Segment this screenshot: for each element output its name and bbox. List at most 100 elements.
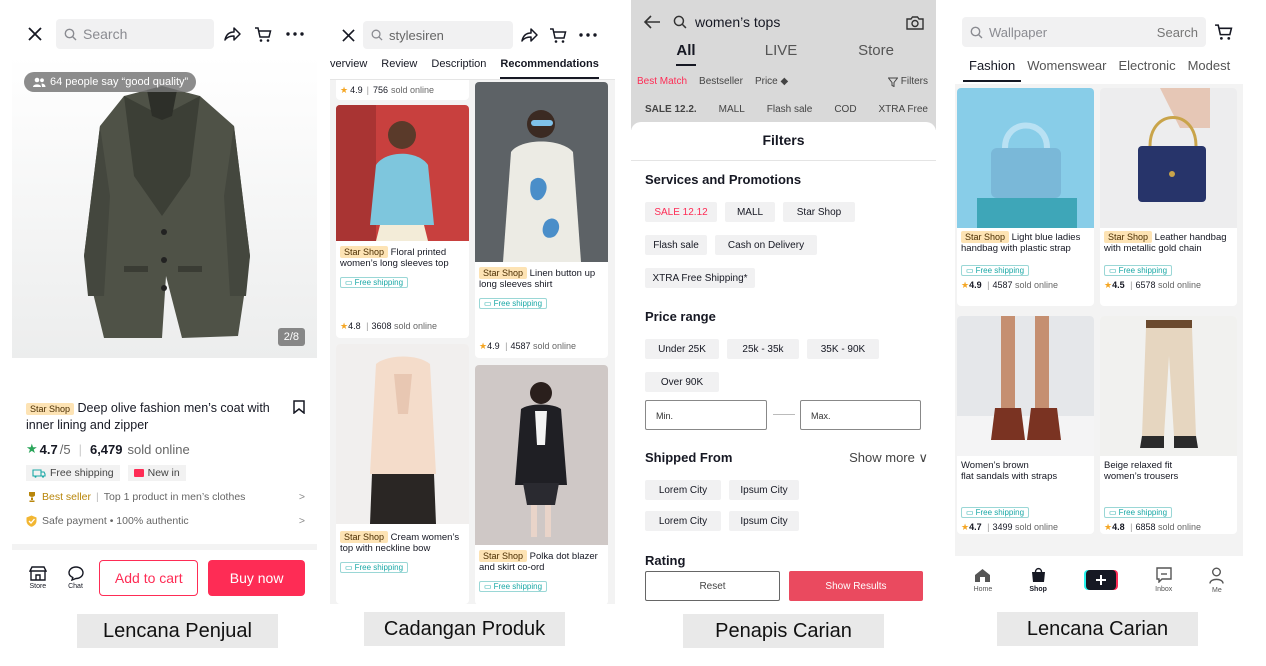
- close-icon[interactable]: [28, 27, 42, 41]
- store-button[interactable]: Store: [24, 566, 52, 590]
- sold-count: 3608: [371, 321, 392, 331]
- free-shipping-text: Free shipping: [354, 278, 404, 287]
- nav-shop[interactable]: Shop: [1029, 567, 1047, 593]
- top-bar: Wallpaper Search: [962, 17, 1233, 47]
- product-image: [475, 365, 608, 545]
- divider: |: [96, 491, 99, 503]
- buy-now-button[interactable]: Buy now: [208, 560, 305, 596]
- chip-star-shop[interactable]: Star Shop: [783, 202, 855, 222]
- tab-fashion[interactable]: Fashion: [963, 58, 1022, 82]
- product-card[interactable]: Star Shop Floral printed women’s long sl…: [336, 105, 469, 338]
- quick-filter-flash-sale[interactable]: Flash sale: [767, 104, 813, 115]
- chip-lorem-city[interactable]: Lorem City: [645, 511, 721, 531]
- more-icon[interactable]: [579, 33, 597, 37]
- tab-modest[interactable]: Modest: [1182, 58, 1237, 82]
- chip-lorem-city[interactable]: Lorem City: [645, 480, 721, 500]
- share-icon[interactable]: [224, 26, 242, 42]
- product-card[interactable]: ★ 4.9 | 756 sold online: [336, 80, 469, 100]
- nav-me[interactable]: Me: [1209, 567, 1225, 594]
- quick-filter-cod[interactable]: COD: [834, 104, 856, 115]
- camera-icon[interactable]: [906, 15, 924, 30]
- tab-electronic[interactable]: Electronic: [1112, 58, 1181, 82]
- tab-overview[interactable]: verview: [330, 58, 367, 79]
- max-price-input[interactable]: Max.: [800, 400, 921, 430]
- bookmark-icon[interactable]: [293, 400, 305, 414]
- chip-under-25k[interactable]: Under 25K: [645, 339, 719, 359]
- chip-ipsum-city[interactable]: Ipsum City: [729, 480, 799, 500]
- nav-inbox[interactable]: Inbox: [1155, 567, 1172, 593]
- chip-xtra-free-shipping[interactable]: XTRA Free Shipping*: [645, 268, 755, 288]
- filters-button[interactable]: Filters: [887, 76, 928, 87]
- chat-button[interactable]: Chat: [62, 566, 90, 590]
- product-card[interactable]: Star Shop Polka dot blazer and skirt co-…: [475, 365, 608, 604]
- search-input[interactable]: Wallpaper Search: [962, 17, 1206, 47]
- free-shipping-tag: ▭ Free shipping: [1104, 507, 1173, 518]
- free-shipping-tag: ▭ Free shipping: [1104, 265, 1173, 276]
- best-seller-row[interactable]: Best seller | Top 1 product in men’s clo…: [26, 491, 305, 503]
- product-card[interactable]: Star Shop Leather handbag with metallic …: [1100, 88, 1237, 306]
- product-title-block: Star Shop Polka dot blazer and skirt co-…: [475, 545, 608, 573]
- search-input[interactable]: women’s tops: [695, 14, 780, 30]
- chip-cash-on-delivery[interactable]: Cash on Delivery: [715, 235, 817, 255]
- sold-count: 3499: [992, 522, 1013, 532]
- quick-filter-mall[interactable]: MALL: [719, 104, 745, 115]
- chip-over-90k[interactable]: Over 90K: [645, 372, 719, 392]
- safe-payment-row[interactable]: Safe payment • 100% authentic >: [26, 515, 305, 527]
- rating-section-title: Rating: [645, 553, 686, 568]
- chip-35k-90k[interactable]: 35K - 90K: [807, 339, 879, 359]
- tab-store[interactable]: Store: [821, 42, 931, 59]
- free-shipping-tag: ▭ Free shipping: [479, 298, 548, 309]
- tab-womenswear[interactable]: Womenswear: [1021, 58, 1112, 82]
- tab-recommendations[interactable]: Recommendations: [500, 58, 599, 79]
- min-price-input[interactable]: Min.: [645, 400, 767, 430]
- sort-price[interactable]: Price ◆: [755, 76, 788, 87]
- star-icon: ★: [1104, 280, 1113, 290]
- cart-icon[interactable]: [549, 27, 567, 44]
- product-card[interactable]: Star Shop Light blue ladies handbag with…: [957, 88, 1094, 306]
- product-card[interactable]: Beige relaxed fit women’s trousers ▭ Free…: [1100, 316, 1237, 534]
- quick-filter-sale[interactable]: SALE 12.2.: [645, 104, 697, 115]
- tab-description[interactable]: Description: [431, 58, 486, 79]
- chip-flash-sale[interactable]: Flash sale: [645, 235, 707, 255]
- sort-best-match[interactable]: Best Match: [637, 76, 687, 87]
- search-icon: [970, 26, 983, 39]
- nav-create[interactable]: [1084, 569, 1118, 591]
- show-results-button[interactable]: Show Results: [789, 571, 923, 601]
- cart-icon[interactable]: [254, 26, 272, 43]
- tab-all[interactable]: All: [631, 42, 741, 66]
- search-button[interactable]: Search: [1157, 25, 1198, 40]
- chip-ipsum-city[interactable]: Ipsum City: [729, 511, 799, 531]
- back-arrow-icon[interactable]: [643, 15, 661, 29]
- chip-25k-35k[interactable]: 25k - 35k: [727, 339, 799, 359]
- create-plus-icon: [1084, 569, 1118, 591]
- show-more-link[interactable]: Show more ∨: [849, 450, 928, 466]
- product-card[interactable]: Star Shop Cream women’s top with necklin…: [336, 344, 469, 604]
- quick-filter-xtra-free[interactable]: XTRA Free: [879, 104, 928, 115]
- product-card[interactable]: Women’s brown flat sandals with straps ▭…: [957, 316, 1094, 534]
- cart-icon[interactable]: [1214, 23, 1233, 41]
- tab-live[interactable]: LIVE: [741, 42, 821, 59]
- nav-me-label: Me: [1212, 586, 1222, 594]
- inbox-icon: [1155, 567, 1172, 583]
- search-input[interactable]: Search: [56, 19, 214, 49]
- rating-row: ★4.7 | 3499 sold online: [957, 522, 1094, 533]
- chip-mall[interactable]: MALL: [725, 202, 775, 222]
- search-input[interactable]: stylesiren: [363, 21, 513, 49]
- chip-sale-1212[interactable]: SALE 12.12: [645, 202, 717, 222]
- more-icon[interactable]: [286, 32, 304, 36]
- tab-review[interactable]: Review: [381, 58, 417, 79]
- product-card[interactable]: Star Shop Linen button up long sleeves s…: [475, 82, 608, 358]
- product-image[interactable]: 64 people say “good quality” 2/8: [12, 56, 317, 358]
- truck-icon: ▭: [484, 582, 492, 591]
- result-tabs: All LIVE Store: [631, 42, 936, 66]
- price-section-title: Price range: [645, 309, 716, 324]
- nav-home[interactable]: Home: [974, 568, 992, 593]
- add-to-cart-button[interactable]: Add to cart: [99, 560, 199, 596]
- product-title-block: Star Shop Linen button up long sleeves s…: [475, 262, 608, 290]
- close-icon[interactable]: [342, 28, 355, 42]
- rating-row: ★4.9 | 4587 sold online: [475, 341, 580, 352]
- star-shop-badge: Star Shop: [479, 550, 528, 562]
- sort-bestseller[interactable]: Bestseller: [699, 76, 743, 87]
- share-icon[interactable]: [521, 27, 539, 43]
- reset-button[interactable]: Reset: [645, 571, 780, 601]
